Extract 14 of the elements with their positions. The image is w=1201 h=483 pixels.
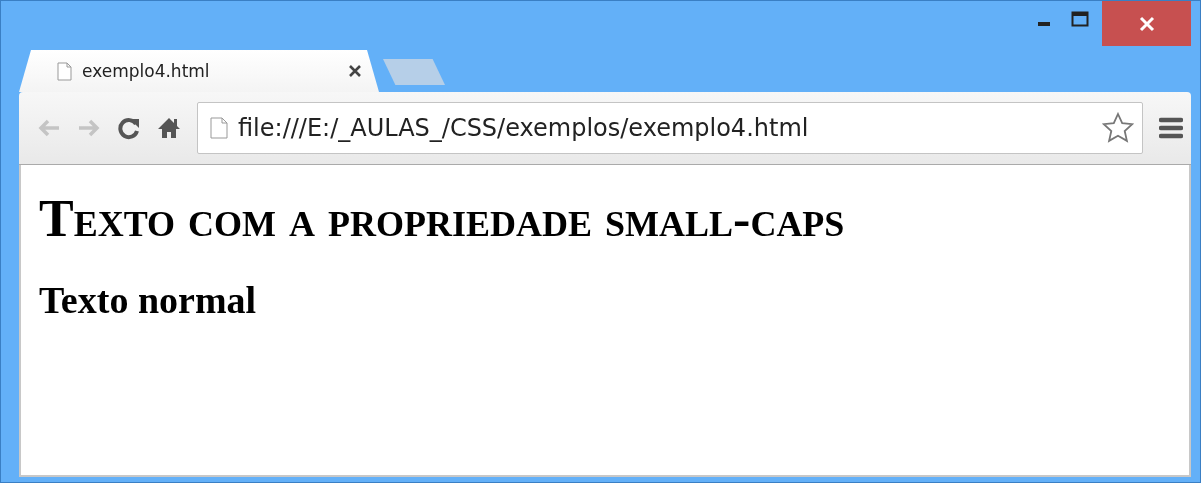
page-heading: Texto com a propriedade small-caps — [39, 189, 846, 248]
minimize-icon — [1038, 22, 1050, 26]
maximize-icon — [1071, 11, 1089, 27]
page-icon — [210, 117, 228, 139]
page-icon — [57, 61, 72, 81]
reload-icon[interactable] — [117, 116, 141, 140]
close-icon — [1138, 15, 1155, 32]
home-icon[interactable] — [157, 116, 181, 140]
star-icon[interactable] — [1102, 112, 1134, 144]
address-bar[interactable]: file:///E:/_AULAS_/CSS/exemplos/exemplo4.html — [197, 102, 1143, 154]
close-tab-icon[interactable] — [349, 65, 361, 77]
menu-icon[interactable] — [1159, 117, 1183, 139]
browser-tab[interactable]: exemplo4.html — [19, 50, 379, 92]
page-subheading: Texto normal — [39, 278, 258, 322]
